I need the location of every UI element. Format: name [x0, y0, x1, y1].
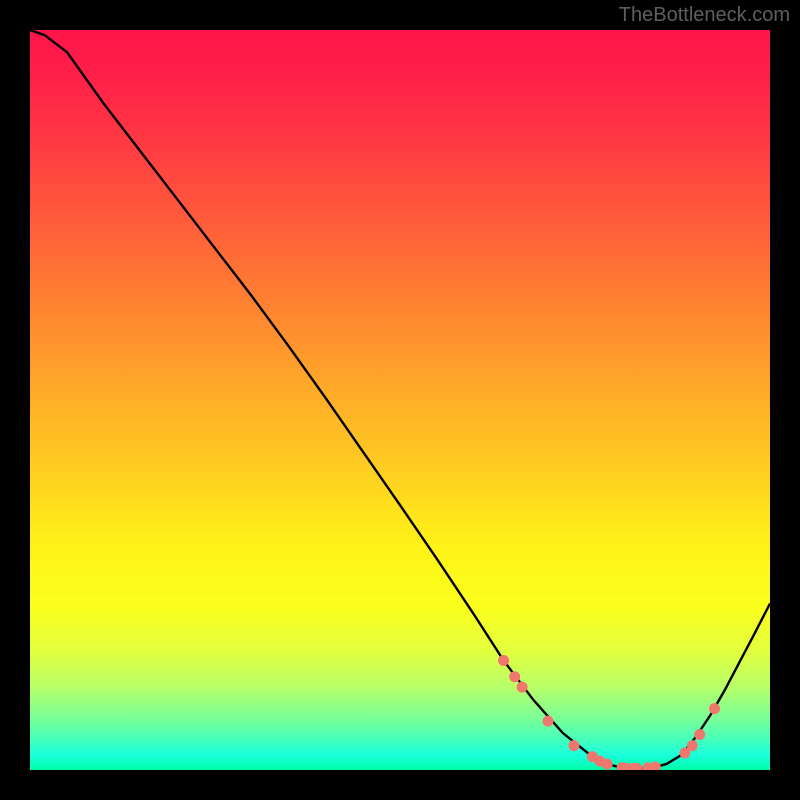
- data-marker: [694, 729, 705, 740]
- data-marker: [568, 740, 579, 751]
- data-marker: [509, 671, 520, 682]
- plot-area: [30, 30, 770, 770]
- bottleneck-curve: [30, 30, 770, 770]
- data-marker: [517, 682, 528, 693]
- data-marker: [650, 762, 661, 770]
- data-marker: [543, 716, 554, 727]
- data-marker: [687, 740, 698, 751]
- data-marker: [709, 703, 720, 714]
- data-marker: [498, 655, 509, 666]
- chart-frame: TheBottleneck.com: [0, 0, 800, 800]
- watermark-text: TheBottleneck.com: [619, 4, 790, 27]
- data-marker: [602, 759, 613, 770]
